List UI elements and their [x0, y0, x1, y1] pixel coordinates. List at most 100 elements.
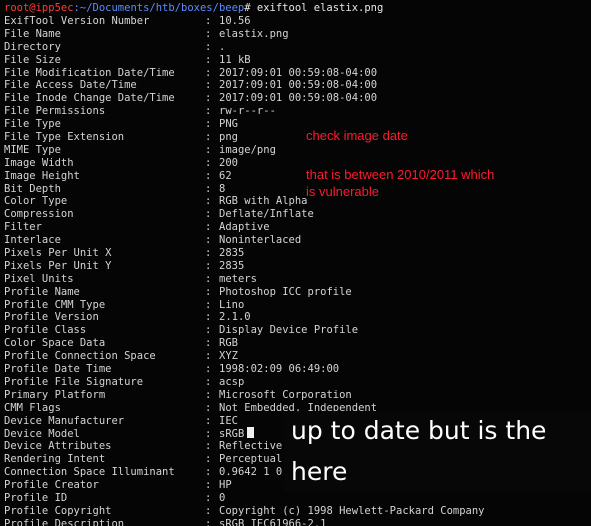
exif-row: Profile Date Time:1998:02:09 06:49:00 — [4, 363, 591, 376]
exif-separator: : — [205, 221, 212, 234]
exif-key: Directory — [4, 40, 61, 53]
exif-separator: : — [205, 401, 212, 414]
exif-key: Profile Version — [4, 311, 99, 324]
exif-row: Color Type: RGB with Alpha — [4, 195, 591, 208]
exif-separator: : — [205, 466, 212, 479]
exif-row: File Type Extension: png — [4, 131, 591, 144]
exif-row: ExifTool Version Number:10.56 — [4, 15, 591, 28]
exif-separator: : — [205, 285, 212, 298]
exif-value: RGB with Alpha — [219, 195, 308, 208]
exif-value: 2017:09:01 00:59:08-04:00 — [219, 92, 378, 105]
exif-separator: : — [205, 79, 212, 92]
exif-row: File Type: PNG — [4, 118, 591, 131]
exif-separator: : — [205, 208, 212, 221]
exif-value: 0.9642 1 0 — [219, 466, 283, 479]
exif-value: Noninterlaced — [219, 234, 302, 247]
exif-row: Pixels Per Unit Y:2835 — [4, 260, 591, 273]
exif-row: Primary Platform: Microsoft Corporation — [4, 389, 591, 402]
exif-separator: : — [205, 131, 212, 144]
prompt-symbol: # — [244, 2, 257, 14]
annotation-vulnerable: is vulnerable — [306, 184, 379, 199]
exif-key: Pixels Per Unit X — [4, 247, 112, 260]
exif-value: XYZ — [219, 350, 238, 363]
exif-separator: : — [205, 92, 212, 105]
exif-key: File Type — [4, 118, 61, 131]
exif-row: Directory:. — [4, 41, 591, 54]
exif-value: elastix.png — [219, 27, 289, 40]
exif-separator: : — [205, 169, 212, 182]
exif-value: IEC — [219, 414, 238, 427]
exif-value: 10.56 — [219, 15, 251, 27]
exif-key: CMM Flags — [4, 401, 61, 414]
exif-value: 8 — [219, 182, 226, 195]
exif-key: File Type Extension — [4, 131, 125, 144]
exif-row: Profile Version:2.1.0 — [4, 311, 591, 324]
exif-separator: : — [205, 375, 212, 388]
exif-separator: : — [205, 414, 212, 427]
exif-key: Pixel Units — [4, 272, 74, 285]
exif-row: Image Height:62 — [4, 170, 591, 183]
exif-separator: : — [205, 234, 212, 247]
exif-row: Filter: Adaptive — [4, 221, 591, 234]
exif-separator: : — [205, 337, 212, 350]
exif-value: PNG — [219, 118, 238, 131]
exif-row: File Inode Change Date/Time:2017:09:01 0… — [4, 92, 591, 105]
exif-separator: : — [205, 143, 212, 156]
exif-separator: : — [205, 118, 212, 131]
exif-row: MIME Type: image/png — [4, 144, 591, 157]
exif-separator: : — [205, 504, 212, 517]
exif-row: Profile Copyright: Copyright (c) 1998 Hew… — [4, 505, 591, 518]
exif-value: 200 — [219, 156, 238, 169]
exif-row: Bit Depth:8 — [4, 183, 591, 196]
exif-row: File Name: elastix.png — [4, 28, 591, 41]
exif-separator: : — [205, 105, 212, 118]
exif-value: . — [219, 40, 226, 53]
exif-separator: : — [205, 182, 212, 195]
exif-row: File Permissions: rw-r--r-- — [4, 105, 591, 118]
exif-row: Profile CMM Type: Lino — [4, 299, 591, 312]
exif-key: File Access Date/Time — [4, 79, 137, 92]
exif-value: png — [219, 131, 238, 144]
exif-separator: : — [205, 311, 212, 324]
exif-row: Profile ID:0 — [4, 492, 591, 505]
exif-key: Filter — [4, 221, 42, 234]
exif-key: File Size — [4, 53, 61, 66]
exif-key: Rendering Intent — [4, 453, 106, 466]
exif-key: Profile Description — [4, 517, 125, 526]
exif-value: 2.1.0 — [219, 311, 251, 324]
exif-key: Pixels Per Unit Y — [4, 259, 112, 272]
exif-row: Compression: Deflate/Inflate — [4, 208, 591, 221]
caption-line-2: here — [291, 457, 348, 486]
exif-value: Photoshop ICC profile — [219, 285, 352, 298]
exif-key: Profile CMM Type — [4, 298, 106, 311]
exif-value: 0 — [219, 491, 226, 504]
exif-separator: : — [205, 440, 212, 453]
exif-key: Primary Platform — [4, 388, 106, 401]
exif-key: Connection Space Illuminant — [4, 466, 175, 479]
exif-value: HP — [219, 479, 232, 492]
command-prompt-line: root@ipp5ec:~/Documents/htb/boxes/beep# … — [4, 2, 383, 15]
exif-key: Profile Copyright — [4, 504, 112, 517]
exif-row: Color Space Data: RGB — [4, 337, 591, 350]
exif-value: Perceptual — [219, 453, 283, 466]
exif-key: Image Height — [4, 169, 80, 182]
caption-line-1: up to date but is the — [291, 416, 547, 445]
exif-row: Profile Name: Photoshop ICC profile — [4, 286, 591, 299]
exif-value: image/png — [219, 143, 276, 156]
exif-row: Interlace: Noninterlaced — [4, 234, 591, 247]
exif-separator: : — [205, 247, 212, 260]
exif-separator: : — [205, 324, 212, 337]
exif-key: Profile Name — [4, 285, 80, 298]
exif-key: Device Attributes — [4, 440, 112, 453]
exif-separator: : — [205, 15, 212, 27]
exif-row: File Modification Date/Time:2017:09:01 0… — [4, 67, 591, 80]
exif-key: Color Type — [4, 195, 68, 208]
exif-separator: : — [205, 479, 212, 492]
exif-row: Profile File Signature: acsp — [4, 376, 591, 389]
exif-separator: : — [205, 66, 212, 79]
exif-value: Display Device Profile — [219, 324, 359, 337]
exif-key: Interlace — [4, 234, 61, 247]
exif-value: RGB — [219, 337, 238, 350]
exif-separator: : — [205, 53, 212, 66]
exif-row: Pixel Units: meters — [4, 273, 591, 286]
